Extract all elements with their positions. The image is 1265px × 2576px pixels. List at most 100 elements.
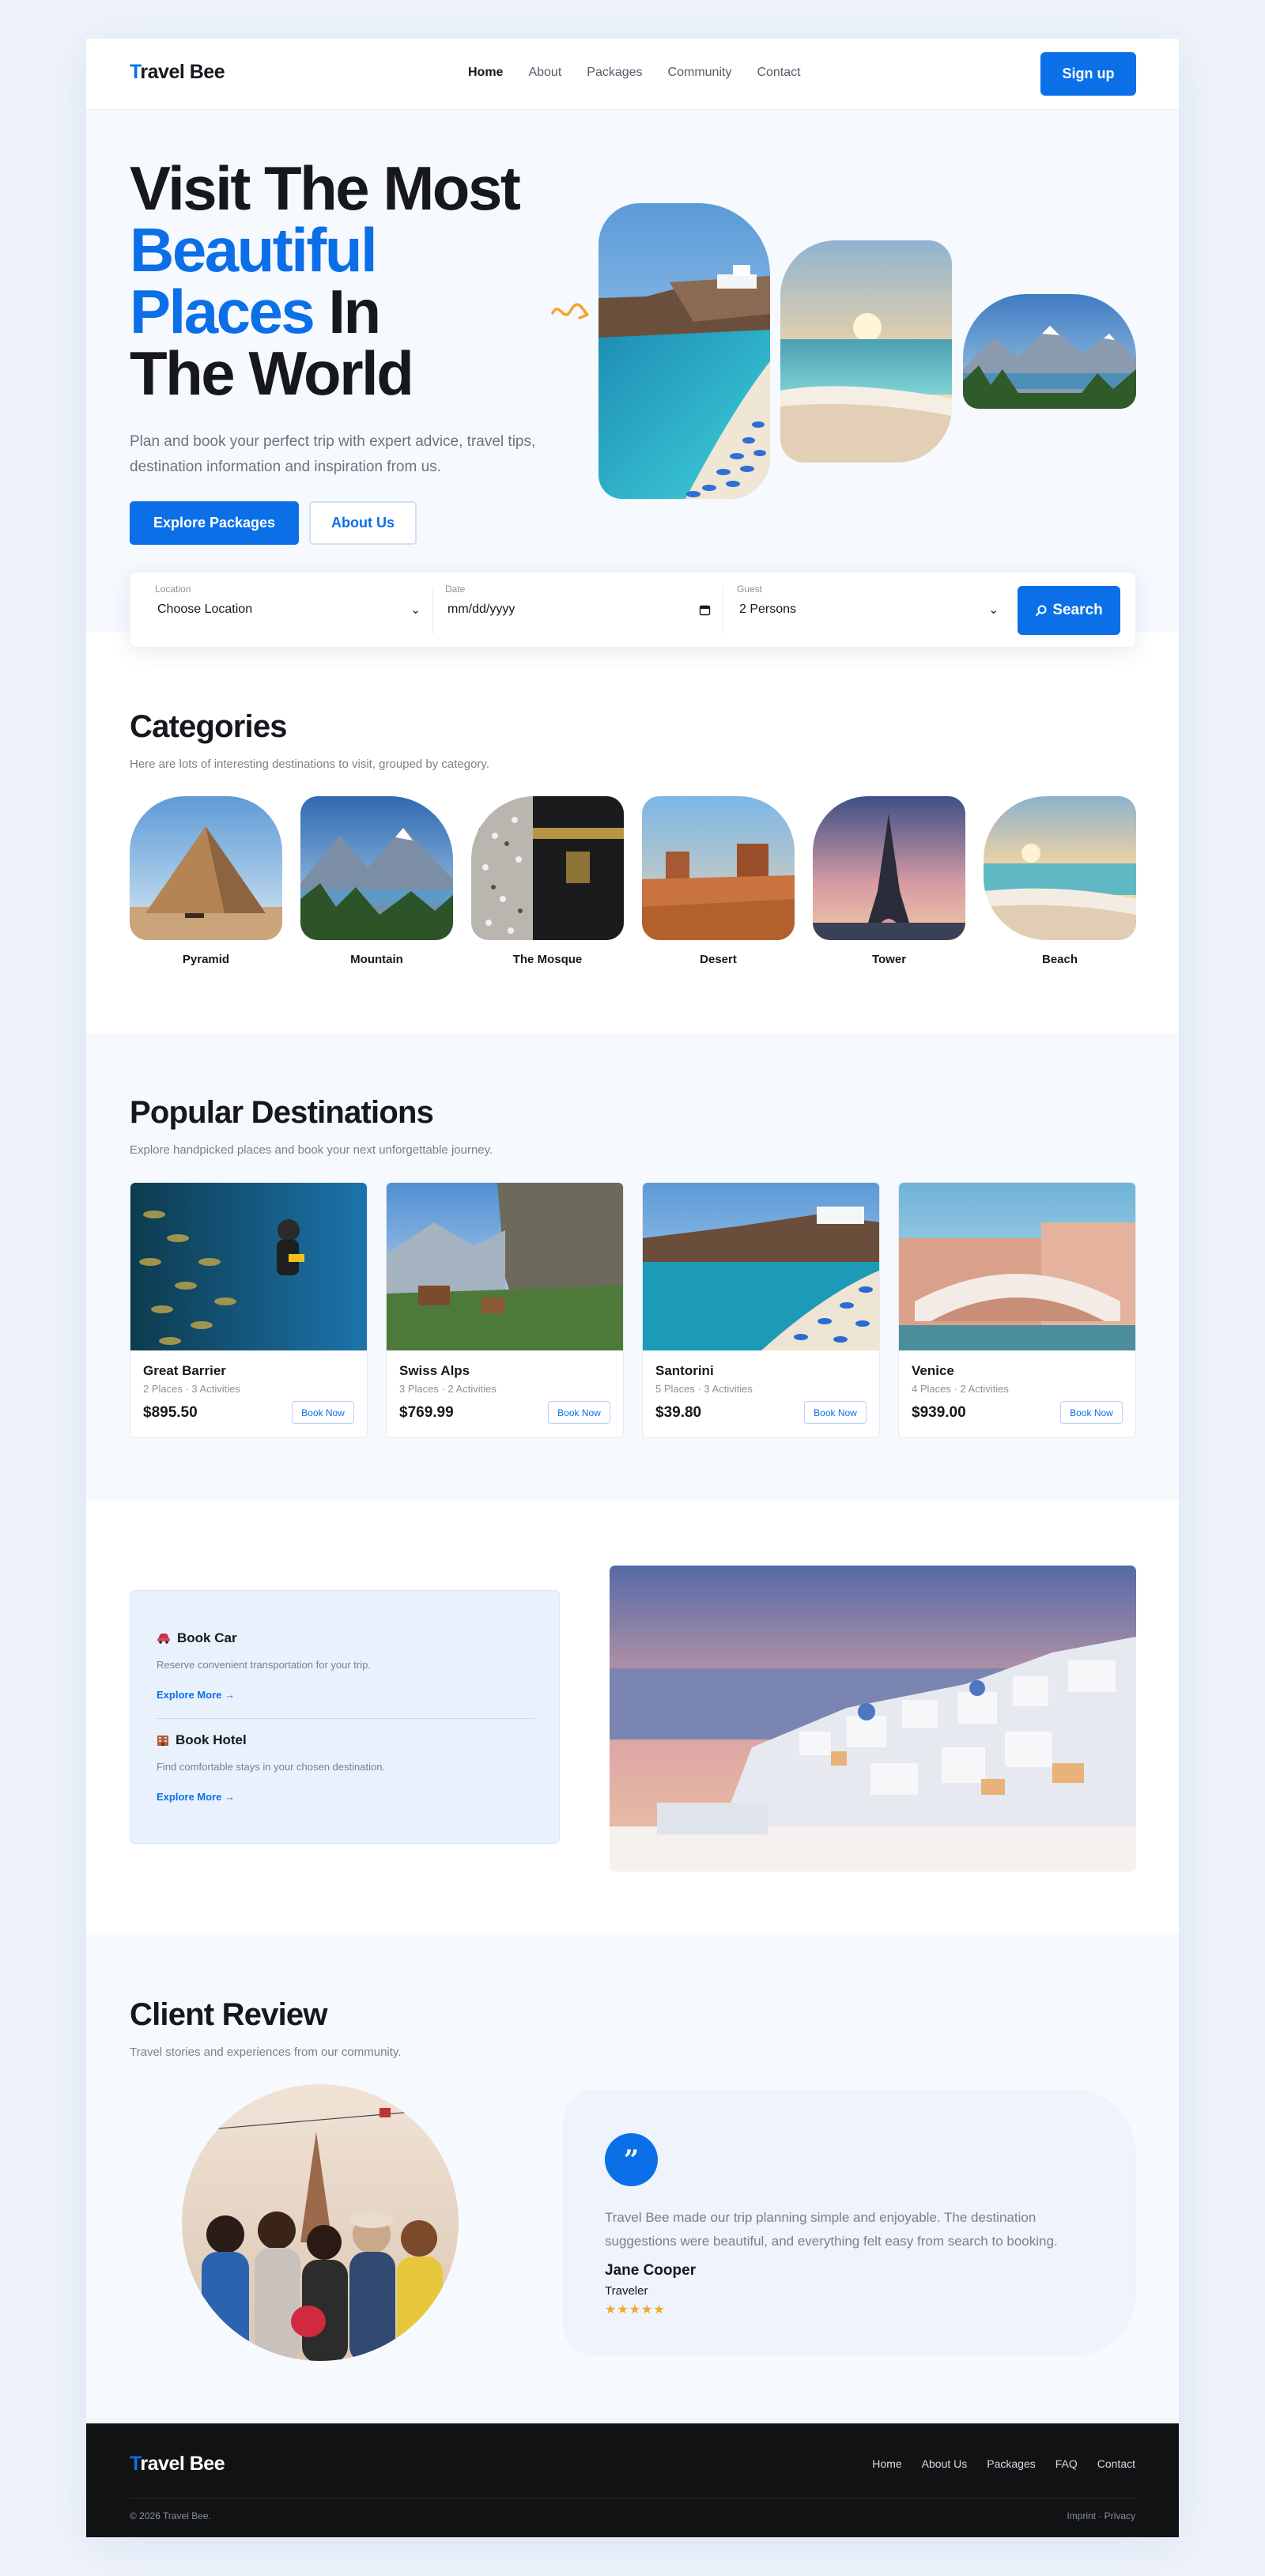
book-car-desc: Reserve convenient transportation for yo… [157,1659,371,1671]
destination-name: Swiss Alps [399,1363,470,1378]
destination-price: $39.80 [655,1404,702,1421]
reviewer-name: Jane Cooper [605,2262,697,2279]
footer-logo[interactable]: Travel Bee [130,2453,225,2476]
footer-link-faq[interactable]: FAQ [1055,2457,1078,2470]
footer-link-home[interactable]: Home [872,2457,901,2470]
search-bar: Location Choose Location ⌄ Date mm/dd/yyy… [130,572,1136,648]
footer-link-packages[interactable]: Packages [987,2457,1035,2470]
santorini-image [610,1566,1136,1872]
nav-link-packages[interactable]: Packages [587,66,642,80]
book-car-title: Book Car [177,1630,237,1645]
book-car-item: Book Car Reserve convenient transportati… [157,1630,371,1701]
hero-image-coast [599,203,770,499]
logo-initial: T [130,61,141,83]
category-label: Desert [700,953,737,966]
destination-name: Venice [912,1363,954,1378]
chevron-down-icon: ⌄ [410,603,421,617]
destination-name: Great Barrier [143,1363,226,1378]
calendar-icon[interactable] [699,604,711,616]
footer-link-about[interactable]: About Us [922,2457,968,2470]
footer-link-contact[interactable]: Contact [1097,2457,1135,2470]
date-label: Date [445,584,466,595]
about-us-button[interactable]: About Us [309,501,417,545]
destination-image [130,1183,367,1350]
destination-card[interactable]: Santorini 5 Places · 3 Activities $39.80… [642,1182,880,1438]
footer: Travel Bee Home About Us Packages FAQ Co… [86,2423,1179,2537]
category-label: Tower [871,953,907,966]
category-the-mosque[interactable]: The Mosque [471,796,624,966]
nav-link-about[interactable]: About [528,66,561,80]
book-hotel-link[interactable]: Explore More → [157,1791,385,1803]
categories-title: Categories [130,709,288,744]
destination-card[interactable]: Great Barrier 2 Places · 3 Activities $8… [130,1182,368,1438]
guest-select[interactable]: Guest 2 Persons ⌄ [736,584,999,637]
legal-links[interactable]: Imprint · Privacy [1067,2510,1135,2521]
category-image [130,796,282,940]
chevron-down-icon: ⌄ [988,603,999,617]
logo-text: ravel Bee [140,61,225,83]
logo[interactable]: Travel Bee [130,61,225,84]
hero-title-highlight: Places [130,277,315,346]
guest-label: Guest [737,584,763,595]
destination-name: Santorini [655,1363,714,1378]
destination-meta: 5 Places · 3 Activities [655,1383,753,1395]
category-pyramid[interactable]: Pyramid [130,796,282,966]
category-mountain[interactable]: Mountain [300,796,453,966]
review-title: Client Review [130,1997,327,2032]
category-tower[interactable]: Tower [813,796,965,966]
hero-title-word: In [313,277,381,346]
star-rating: ★★★★★ [605,2303,666,2317]
category-label: Mountain [350,953,403,966]
signup-button[interactable]: Sign up [1040,52,1136,96]
testimonial-card: ” Travel Bee made our trip planning simp… [563,2090,1136,2356]
category-label: The Mosque [512,953,583,966]
hero-subtitle: Plan and book your perfect trip with exp… [130,433,536,475]
category-image [300,796,453,940]
nav-link-contact[interactable]: Contact [757,66,800,80]
travelers-photo [182,2084,459,2361]
book-now-button[interactable]: Book Now [1060,1401,1123,1424]
nav-link-home[interactable]: Home [468,66,503,80]
hotel-icon [157,1734,169,1747]
search-icon [1036,605,1047,616]
logo-initial: T [130,2453,141,2475]
hero-image-beach [780,240,952,463]
date-input[interactable]: Date mm/dd/yyyy [444,584,711,637]
hero-title-line: The World [130,338,414,408]
location-label: Location [155,584,191,595]
category-image [642,796,795,940]
testimonial-text: Travel Bee made our trip planning simple… [605,2210,1058,2249]
category-image [984,796,1136,940]
reviewer-role: Traveler [605,2284,648,2298]
book-hotel-item: Book Hotel Find comfortable stays in you… [157,1732,385,1803]
explore-packages-button[interactable]: Explore Packages [130,501,299,545]
book-now-button[interactable]: Book Now [548,1401,610,1424]
book-car-link[interactable]: Explore More → [157,1689,371,1701]
nav-link-community[interactable]: Community [668,66,732,80]
category-label: Beach [1041,953,1078,966]
category-desert[interactable]: Desert [642,796,795,966]
destination-card[interactable]: Venice 4 Places · 2 Activities $939.00 B… [898,1182,1136,1438]
guest-value: 2 Persons [739,602,797,616]
hero-image-mountain [963,294,1136,409]
services-panel: Book Car Reserve convenient transportati… [130,1590,560,1844]
quote-icon: ” [605,2133,658,2186]
book-now-button[interactable]: Book Now [292,1401,354,1424]
squiggle-arrow-icon [551,303,589,319]
destination-price: $895.50 [143,1404,198,1421]
review-subtitle: Travel stories and experiences from our … [130,2045,402,2059]
hero-title-line: Visit The Most [130,153,521,223]
category-beach[interactable]: Beach [984,796,1136,966]
date-value: mm/dd/yyyy [447,602,515,616]
search-button[interactable]: Search [1018,586,1120,635]
divider [432,587,433,634]
location-select[interactable]: Location Choose Location ⌄ [154,584,421,637]
top-nav: Travel Bee Home About Packages Community… [86,39,1179,110]
destination-image [643,1183,879,1350]
destination-price: $769.99 [399,1404,454,1421]
destination-card[interactable]: Swiss Alps 3 Places · 2 Activities $769.… [386,1182,624,1438]
logo-text: ravel Bee [140,2453,225,2475]
nav-links: Home About Packages Community Contact [468,66,801,80]
book-now-button[interactable]: Book Now [804,1401,867,1424]
hero-title-line: Places In [130,281,620,342]
